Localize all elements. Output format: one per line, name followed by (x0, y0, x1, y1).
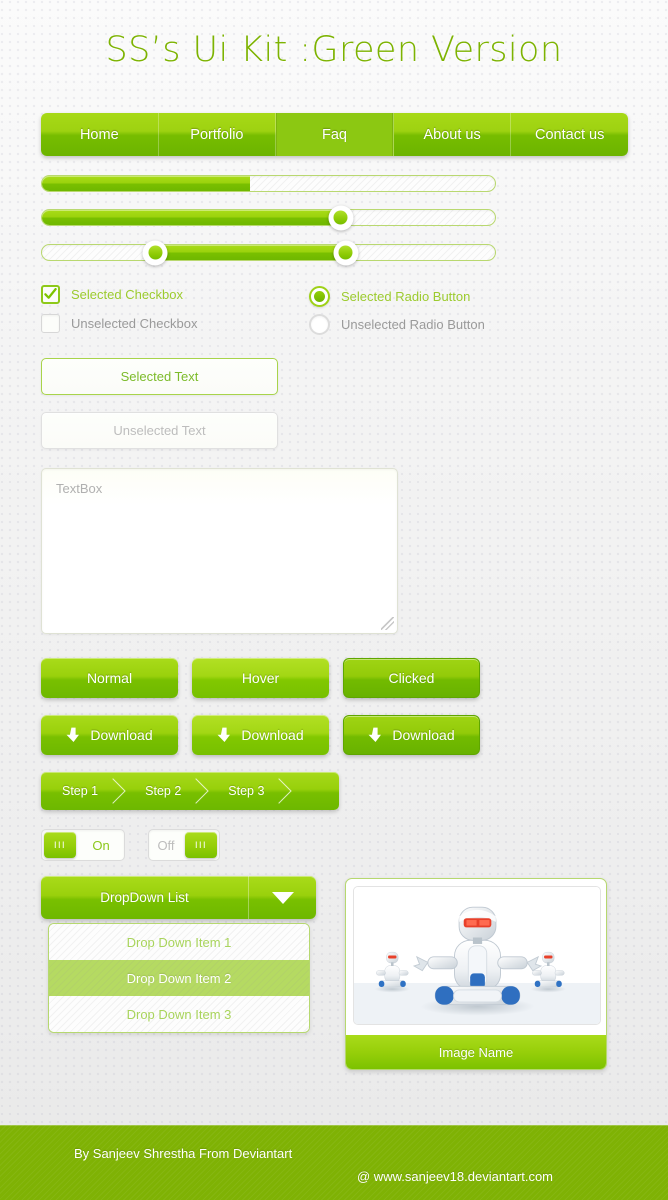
nav-item-contact-us[interactable]: Contact us (511, 113, 628, 156)
step-item-1[interactable]: Step 1 (41, 772, 124, 810)
checkbox-unchecked-icon[interactable] (41, 314, 60, 333)
range-slider[interactable] (41, 240, 496, 265)
radio-unselected-row[interactable]: Unselected Radio Button (309, 314, 485, 335)
normal-button-label: Normal (86, 670, 133, 686)
checkbox-unselected-row[interactable]: Unselected Checkbox (41, 314, 197, 333)
toggle-switch-on[interactable]: III On (41, 829, 125, 861)
slider-handle[interactable] (328, 205, 354, 230)
textarea-placeholder: TextBox (56, 481, 103, 496)
image-thumbnail (353, 886, 601, 1025)
dropdown-item-3[interactable]: Drop Down Item 3 (49, 996, 309, 1032)
dropdown-toggle[interactable] (248, 876, 316, 919)
toggle-switch-off[interactable]: Off III (148, 829, 220, 861)
footer-url[interactable]: @ www.sanjeev18.deviantart.com (357, 1169, 553, 1184)
dropdown-button[interactable]: DropDown List (41, 876, 316, 919)
single-handle-slider[interactable] (41, 205, 496, 230)
download-button-clicked[interactable]: Download (343, 715, 480, 755)
unselected-text-input[interactable]: Unselected Text (41, 412, 278, 449)
main-navigation: Home Portfolio Faq About us Contact us (41, 113, 628, 156)
checkbox-selected-label: Selected Checkbox (71, 287, 184, 302)
range-slider-fill (155, 245, 346, 260)
range-slider-handle-end[interactable] (333, 240, 358, 265)
step-item-2[interactable]: Step 2 (124, 772, 207, 810)
nav-item-portfolio[interactable]: Portfolio (158, 113, 277, 156)
meditating-robots-illustration (354, 887, 600, 1024)
dropdown-menu: Drop Down Item 1 Drop Down Item 2 Drop D… (48, 923, 310, 1033)
download-button-normal[interactable]: Download (41, 715, 178, 755)
radio-checked-icon[interactable] (309, 286, 330, 307)
selected-text-input-value: Selected Text (120, 369, 199, 384)
normal-button[interactable]: Normal (41, 658, 178, 698)
hover-button[interactable]: Hover (192, 658, 329, 698)
unselected-text-input-value: Unselected Text (113, 423, 206, 438)
dropdown-item-2[interactable]: Drop Down Item 2 (49, 960, 309, 996)
resize-grip-icon[interactable] (381, 617, 394, 630)
download-icon (66, 727, 80, 742)
dropdown-label: DropDown List (100, 890, 189, 905)
nav-item-about-us[interactable]: About us (393, 113, 512, 156)
radio-selected-label: Selected Radio Button (341, 289, 471, 304)
chevron-down-icon (271, 891, 294, 904)
download-icon (217, 727, 231, 742)
checkbox-unselected-label: Unselected Checkbox (71, 316, 198, 331)
image-caption: Image Name (346, 1035, 606, 1069)
radio-unchecked-icon[interactable] (309, 314, 330, 335)
progress-bar-fill (42, 176, 251, 191)
hover-button-label: Hover (241, 670, 280, 686)
dropdown-item-1[interactable]: Drop Down Item 1 (49, 924, 309, 960)
slider-fill (42, 210, 341, 225)
step-item-3[interactable]: Step 3 (207, 772, 290, 810)
checkbox-selected-row[interactable]: Selected Checkbox (41, 285, 183, 304)
download-button-label: Download (392, 727, 455, 743)
page-footer: By Sanjeev Shrestha From Deviantart @ ww… (0, 1125, 668, 1200)
download-button-label: Download (90, 727, 153, 743)
radio-unselected-label: Unselected Radio Button (341, 317, 485, 332)
toggle-knob-grip-icon[interactable]: III (44, 832, 76, 858)
checkbox-checked-icon[interactable] (41, 285, 60, 304)
step-breadcrumb: Step 1 Step 2 Step 3 (41, 772, 339, 810)
clicked-button[interactable]: Clicked (343, 658, 480, 698)
page-title: SS’s Ui Kit :Green Version (105, 30, 563, 70)
range-slider-handle-start[interactable] (142, 240, 168, 265)
nav-item-home[interactable]: Home (41, 113, 159, 156)
progress-bar (41, 175, 496, 192)
clicked-button-label: Clicked (388, 670, 435, 686)
toggle-off-label: Off (157, 837, 175, 853)
toggle-knob-grip-icon[interactable]: III (185, 832, 217, 858)
image-card[interactable]: Image Name (345, 878, 607, 1070)
radio-selected-row[interactable]: Selected Radio Button (309, 286, 470, 307)
download-button-hover[interactable]: Download (192, 715, 329, 755)
nav-item-faq[interactable]: Faq (276, 113, 394, 156)
download-button-label: Download (241, 727, 304, 743)
selected-text-input[interactable]: Selected Text (41, 358, 278, 395)
toggle-on-label: On (92, 837, 110, 853)
textbox-textarea[interactable]: TextBox (41, 468, 398, 634)
download-icon (368, 727, 382, 742)
footer-author: By Sanjeev Shrestha From Deviantart (74, 1146, 293, 1161)
